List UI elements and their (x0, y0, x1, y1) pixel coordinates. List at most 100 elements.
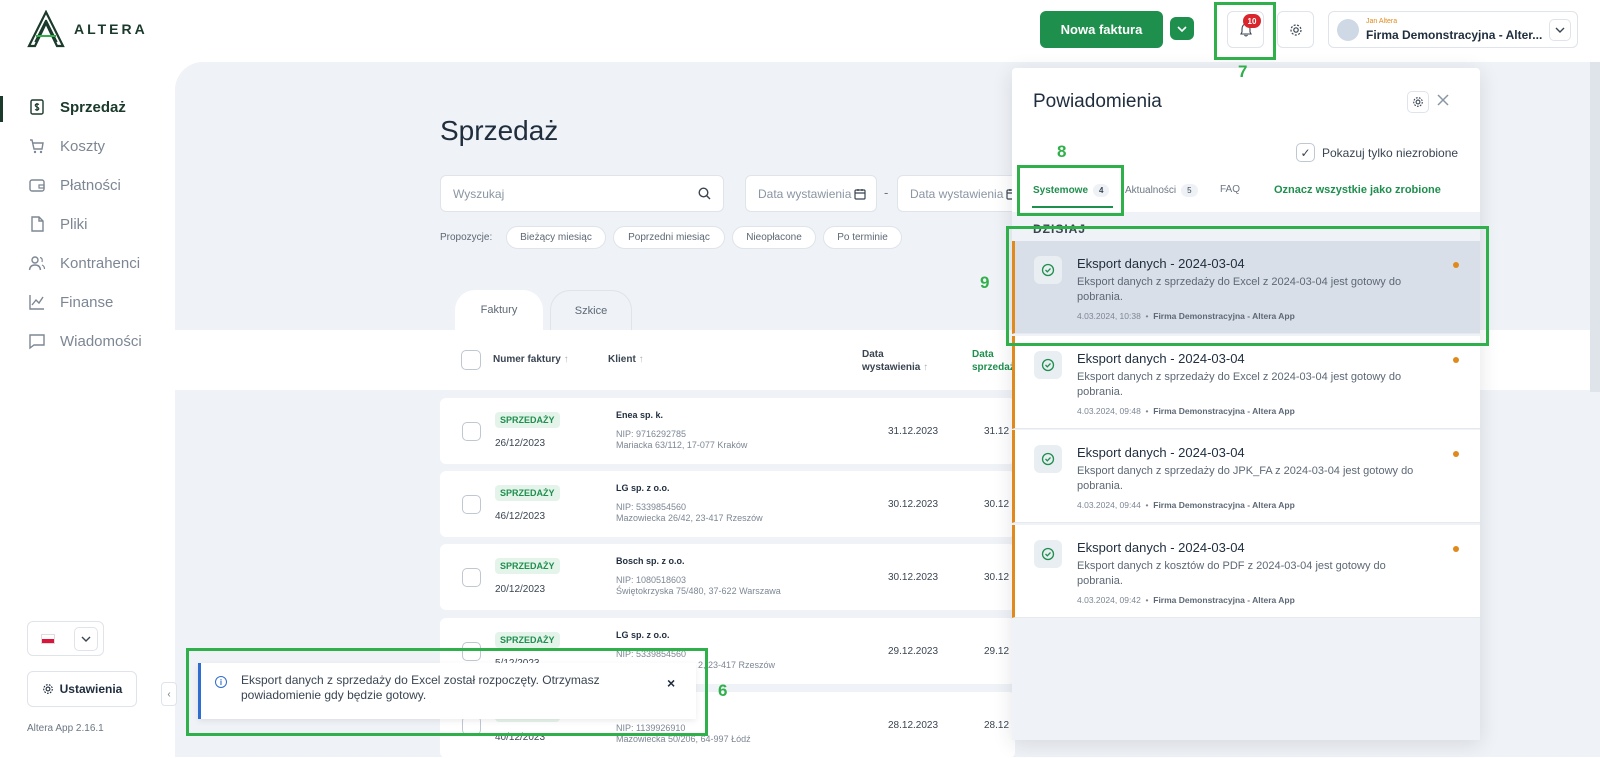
mark-all-done-link[interactable]: Oznacz wszystkie jako zrobione (1274, 184, 1441, 196)
invoice-number: 46/12/2023 (495, 511, 546, 522)
notification-item[interactable]: Eksport danych - 2024-03-04 Eksport dany… (1012, 430, 1480, 523)
user-name: Jan Altera (1366, 18, 1398, 25)
language-selector[interactable] (27, 621, 104, 656)
annotation-box-bell (1214, 2, 1276, 60)
gear-icon (42, 684, 53, 694)
search-input[interactable]: Wyszukaj (440, 175, 724, 212)
settings-button[interactable]: Ustawienia (27, 671, 137, 707)
users-icon (28, 256, 46, 271)
sale-date: 29.12 (984, 646, 1010, 657)
page-scrollbar[interactable] (1590, 62, 1600, 392)
toast-collapse-button[interactable]: ‹ (161, 682, 177, 706)
column-label: Data (972, 349, 994, 360)
new-invoice-button[interactable]: Nowa faktura (1040, 11, 1163, 48)
sidebar-item-label: Sprzedaż (60, 98, 126, 116)
sidebar-item-koszty[interactable]: Koszty (28, 137, 105, 155)
notification-item[interactable]: Eksport danych - 2024-03-04 Eksport dany… (1012, 525, 1480, 618)
dollar-doc-icon (30, 99, 44, 115)
account-dropdown-button[interactable] (1549, 19, 1571, 41)
client-address: 2, 23-417 Rzeszów (698, 660, 776, 670)
notification-title: Eksport danych - 2024-03-04 (1077, 540, 1245, 555)
client-name: Enea sp. k. (616, 410, 664, 420)
status-badge: SPRZEDAŻY (495, 632, 560, 648)
app-logo[interactable]: ALTERA (26, 10, 148, 48)
new-invoice-dropdown-button[interactable] (1170, 17, 1194, 40)
annotation-box-toast (186, 648, 708, 736)
sidebar-item-wiadomosci[interactable]: Wiadomości (28, 332, 142, 350)
panel-close-button[interactable] (1437, 90, 1449, 111)
date-to-input[interactable]: Data wystawienia (897, 175, 1029, 212)
tab-label: Aktualności (1125, 185, 1177, 196)
check-circle-icon[interactable] (1034, 540, 1062, 568)
sidebar-item-label: Wiadomości (60, 332, 142, 350)
language-dropdown-button[interactable] (74, 627, 98, 651)
checkbox[interactable]: ✓ (1296, 143, 1315, 162)
check-circle-icon[interactable] (1034, 445, 1062, 473)
notification-meta: 4.03.2024, 09:48 • Firma Demonstracyjna … (1077, 406, 1295, 416)
status-badge: SPRZEDAŻY (495, 412, 560, 428)
gear-icon (1413, 97, 1423, 107)
tab-faq[interactable]: FAQ (1220, 184, 1240, 195)
account-switcher[interactable]: Jan Altera Firma Demonstracyjna - Alter.… (1328, 11, 1578, 48)
notification-source: Firma Demonstracyjna - Altera App (1153, 500, 1295, 510)
column-header-issue-date[interactable]: Data wystawienia ↑ (862, 348, 928, 374)
client-address: Mariacka 63/112, 17-077 Kraków (616, 440, 748, 450)
tab-drafts[interactable]: Szkice (550, 290, 632, 330)
date-from-input[interactable]: Data wystawienia (745, 175, 877, 212)
settings-gear-button[interactable] (1277, 11, 1314, 48)
date-to-placeholder: Data wystawienia (910, 186, 1004, 201)
sidebar-item-label: Finanse (60, 293, 114, 311)
notification-time: 4.03.2024, 09:44 (1077, 500, 1141, 510)
wallet-icon (29, 179, 45, 192)
select-all-checkbox[interactable] (461, 350, 481, 370)
chevron-down-icon (1177, 25, 1187, 32)
tab-invoices[interactable]: Faktury (455, 290, 543, 330)
poland-flag-icon (41, 634, 55, 644)
row-checkbox[interactable] (462, 495, 481, 514)
only-undone-toggle[interactable]: ✓ Pokazuj tylko niezrobione (1296, 143, 1458, 162)
message-icon (29, 334, 45, 350)
client-nip: NIP: 1080518603 (616, 575, 687, 585)
proposals-label: Propozycje: (440, 232, 493, 243)
table-row[interactable]: SPRZEDAŻY 26/12/2023 Enea sp. k. NIP: 97… (440, 398, 1015, 464)
chip-unpaid[interactable]: Nieopłacone (732, 226, 816, 249)
unread-dot (1453, 546, 1459, 552)
column-label: sprzedaż (972, 362, 1015, 373)
row-checkbox[interactable] (462, 568, 481, 587)
tab-news[interactable]: Aktualności 5 (1125, 184, 1198, 197)
sidebar-active-indicator (0, 96, 3, 122)
chip-overdue[interactable]: Po terminie (823, 226, 902, 249)
sidebar-item-sprzedaz[interactable]: Sprzedaż (28, 98, 126, 116)
chip-previous-month[interactable]: Poprzedni miesiąc (613, 226, 725, 249)
check-circle-icon[interactable] (1034, 351, 1062, 379)
page-title: Sprzedaż (440, 115, 559, 146)
column-label: Numer faktury (493, 354, 561, 365)
issue-date: 31.12.2023 (888, 426, 939, 437)
column-header-sale-date[interactable]: Data sprzedaż (972, 348, 1015, 374)
row-checkbox[interactable] (462, 422, 481, 441)
gear-icon (1289, 23, 1302, 36)
sale-date: 30.12 (984, 499, 1010, 510)
notification-item[interactable]: Eksport danych - 2024-03-04 Eksport dany… (1012, 336, 1480, 429)
app-version: Altera App 2.16.1 (27, 723, 104, 734)
invoice-number: 26/12/2023 (495, 438, 546, 449)
annotation-box-tabs (1017, 165, 1124, 216)
sidebar-item-finanse[interactable]: Finanse (28, 293, 113, 311)
chip-current-month[interactable]: Bieżący miesiąc (506, 226, 606, 249)
table-row[interactable]: SPRZEDAŻY 20/12/2023 Bosch sp. z o.o. NI… (440, 544, 1015, 610)
annotation-number: 9 (980, 273, 990, 292)
tab-count-badge: 5 (1181, 184, 1198, 197)
date-range-separator: - (884, 185, 889, 200)
altera-logo-icon (27, 10, 65, 48)
column-header-number[interactable]: Numer faktury ↑ (493, 354, 569, 365)
sidebar-item-platnosci[interactable]: Płatności (28, 176, 121, 194)
client-name: LG sp. z o.o. (616, 483, 670, 493)
search-placeholder: Wyszukaj (453, 186, 505, 201)
sidebar-item-kontrahenci[interactable]: Kontrahenci (28, 254, 140, 272)
sidebar-item-pliki[interactable]: Pliki (28, 215, 88, 233)
client-nip: NIP: 5339854560 (616, 502, 687, 512)
column-header-client[interactable]: Klient ↑ (608, 354, 644, 365)
table-row[interactable]: SPRZEDAŻY 46/12/2023 LG sp. z o.o. NIP: … (440, 471, 1015, 537)
sidebar-item-label: Pliki (60, 215, 88, 233)
panel-settings-button[interactable] (1407, 91, 1429, 113)
